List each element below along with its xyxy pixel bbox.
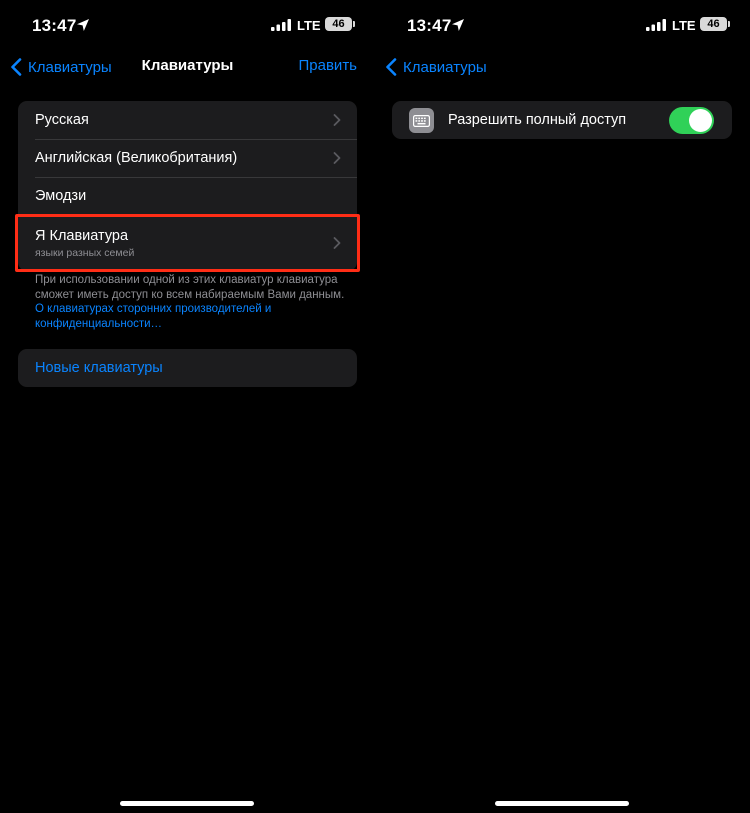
keyboard-row-emoji[interactable]: Эмодзи — [18, 177, 357, 215]
keyboard-subtitle: языки разных семей — [35, 246, 135, 259]
chevron-right-icon — [333, 114, 341, 126]
keyboard-row-ya-keyboard[interactable]: Я Клавиатура языки разных семей — [15, 214, 360, 272]
status-bar: 13:47 LTE 46 — [0, 0, 375, 50]
home-indicator[interactable] — [120, 801, 254, 806]
battery-icon: 46 — [700, 17, 730, 31]
new-keyboards-button[interactable]: Новые клавиатуры — [18, 349, 357, 387]
status-time: 13:47 — [407, 16, 452, 35]
battery-icon: 46 — [325, 17, 355, 31]
keyboard-list: Русская Английская (Великобритания) Эмод… — [15, 101, 360, 272]
footnote-text: При использовании одной из этих клавиату… — [35, 274, 345, 301]
cellular-signal-icon — [646, 19, 666, 31]
location-arrow-icon — [452, 19, 464, 31]
keyboard-label: Русская — [35, 112, 89, 128]
chevron-right-icon — [333, 152, 341, 164]
keyboard-row-english-uk[interactable]: Английская (Великобритания) — [18, 139, 357, 177]
keyboard-settings-screen: 13:47 LTE 46 Клавиатуры Разрешить полный… — [375, 0, 750, 813]
keyboards-screen: 13:47 LTE 46 Клавиатуры Клавиатуры Прави… — [0, 0, 375, 813]
chevron-right-icon — [333, 237, 341, 249]
network-type: LTE — [672, 18, 696, 33]
location-arrow-icon — [77, 19, 89, 31]
network-type: LTE — [297, 18, 321, 33]
home-indicator[interactable] — [495, 801, 629, 806]
full-access-label: Разрешить полный доступ — [448, 112, 627, 128]
keyboard-row-russian[interactable]: Русская — [18, 101, 357, 139]
back-button-label: Клавиатуры — [403, 58, 487, 76]
back-button[interactable]: Клавиатуры — [385, 56, 487, 78]
status-bar: 13:47 LTE 46 — [375, 0, 750, 50]
navigation-bar: Клавиатуры Клавиатуры Править — [0, 50, 375, 84]
keyboard-label: Эмодзи — [35, 188, 87, 204]
toggle-knob — [689, 109, 712, 132]
navigation-bar: Клавиатуры — [375, 50, 750, 84]
cellular-signal-icon — [271, 19, 291, 31]
full-access-row: Разрешить полный доступ — [392, 101, 732, 139]
full-access-toggle[interactable] — [669, 107, 714, 134]
status-time: 13:47 — [32, 16, 77, 35]
chevron-left-icon — [386, 58, 397, 76]
new-keyboards-label: Новые клавиатуры — [35, 360, 163, 376]
privacy-footnote: При использовании одной из этих клавиату… — [35, 273, 355, 331]
keyboard-label: Английская (Великобритания) — [35, 150, 238, 166]
privacy-link[interactable]: О клавиатурах сторонних производителей и… — [35, 303, 271, 330]
keyboard-icon — [409, 108, 434, 133]
edit-button[interactable]: Править — [299, 57, 358, 74]
keyboard-label: Я Клавиатура — [35, 227, 129, 244]
